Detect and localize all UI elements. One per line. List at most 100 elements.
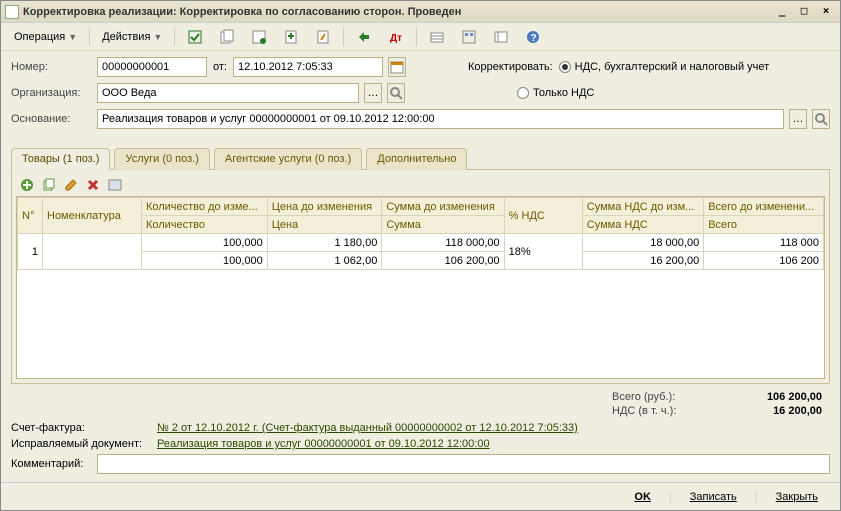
cell-qty-before[interactable]: 100,000 (141, 234, 267, 252)
tab-extra[interactable]: Дополнительно (366, 148, 467, 170)
tb-icon-1[interactable] (180, 26, 210, 48)
maximize-button[interactable]: □ (794, 4, 814, 20)
grid-delete-button[interactable] (84, 176, 102, 194)
org-input[interactable] (97, 83, 359, 103)
actions-menu[interactable]: Действия▼ (95, 26, 169, 48)
from-label: от: (213, 61, 227, 73)
toolbar: Операция▼ Действия▼ Дт ? (1, 23, 840, 51)
col-n[interactable]: N° (18, 198, 43, 234)
tb-icon-3[interactable] (244, 26, 274, 48)
col-total[interactable]: Всего (704, 216, 824, 234)
grid-add-button[interactable] (18, 176, 36, 194)
base-input[interactable] (97, 109, 784, 129)
tb-icon-5[interactable] (308, 26, 338, 48)
cell-price[interactable]: 1 062,00 (267, 252, 382, 270)
svg-text:?: ? (531, 33, 537, 44)
cell-vat-pct[interactable]: 18% (504, 234, 582, 270)
svg-text:Дт: Дт (390, 33, 402, 44)
col-total-before[interactable]: Всего до изменени... (704, 198, 824, 216)
cell-price-before[interactable]: 1 180,00 (267, 234, 382, 252)
col-sum[interactable]: Сумма (382, 216, 504, 234)
cell-qty[interactable]: 100,000 (141, 252, 267, 270)
sf-link[interactable]: № 2 от 12.10.2012 г. (Счет-фактура выдан… (157, 422, 578, 434)
tabs: Товары (1 поз.) Услуги (0 поз.) Агентски… (11, 147, 830, 169)
ok-button[interactable]: OK (622, 488, 663, 506)
date-picker-button[interactable] (388, 57, 406, 77)
tb-icon-9[interactable] (454, 26, 484, 48)
date-input[interactable] (233, 57, 383, 77)
col-price-before[interactable]: Цена до изменения (267, 198, 382, 216)
tab-services[interactable]: Услуги (0 поз.) (114, 148, 209, 170)
corr-label: Исправляемый документ: (11, 438, 151, 450)
radio-full-label: НДС, бухгалтерский и налоговый учет (575, 61, 770, 73)
tb-icon-8[interactable] (422, 26, 452, 48)
org-label: Организация: (11, 87, 91, 99)
tb-icon-4[interactable] (276, 26, 306, 48)
grid-extra-button[interactable] (106, 176, 124, 194)
actions-label: Действия (102, 31, 150, 43)
col-vat-pct[interactable]: % НДС (504, 198, 582, 234)
titlebar: Корректировка реализации: Корректировка … (1, 1, 840, 23)
table-row[interactable]: 1 брюки женские 100,000 1 180,00 118 000… (18, 234, 824, 252)
comment-label: Комментарий: (11, 458, 91, 470)
org-select-button[interactable]: … (364, 83, 382, 103)
corr-link[interactable]: Реализация товаров и услуг 00000000001 о… (157, 438, 490, 450)
grid-toolbar (16, 174, 825, 196)
col-vatsum[interactable]: Сумма НДС (582, 216, 703, 234)
comment-input[interactable] (97, 454, 830, 474)
minimize-button[interactable]: _ (772, 4, 792, 20)
cell-sum[interactable]: 106 200,00 (382, 252, 504, 270)
radio-dot-icon (559, 61, 571, 73)
cell-sum-before[interactable]: 118 000,00 (382, 234, 504, 252)
col-vatsum-before[interactable]: Сумма НДС до изм... (582, 198, 703, 216)
col-price[interactable]: Цена (267, 216, 382, 234)
base-select-button[interactable]: … (789, 109, 807, 129)
tb-icon-7[interactable]: Дт (381, 26, 411, 48)
number-label: Номер: (11, 61, 91, 73)
radio-full[interactable]: НДС, бухгалтерский и налоговый учет (559, 61, 770, 73)
vat-label: НДС (в т. ч.): (612, 405, 692, 417)
app-icon (5, 5, 19, 19)
tb-help-icon[interactable]: ? (518, 26, 548, 48)
save-button[interactable]: Записать (678, 488, 749, 506)
footer: OK | Записать | Закрыть (1, 482, 840, 510)
total-value: 106 200,00 (722, 391, 822, 403)
totals: Всего (руб.): 106 200,00 НДС (в т. ч.): … (11, 390, 830, 418)
cell-vatsum-before[interactable]: 18 000,00 (582, 234, 703, 252)
grid-copy-button[interactable] (40, 176, 58, 194)
correct-label: Корректировать: (468, 61, 553, 73)
close-footer-button[interactable]: Закрыть (764, 488, 830, 506)
cell-n[interactable]: 1 (18, 234, 43, 270)
tab-goods[interactable]: Товары (1 поз.) (11, 148, 110, 170)
radio-vat-only[interactable]: Только НДС (517, 87, 594, 99)
grid[interactable]: N° Номенклатура Количество до изме... Це… (16, 196, 825, 379)
tab-panel: N° Номенклатура Количество до изме... Це… (11, 169, 830, 384)
cell-total[interactable]: 106 200 (704, 252, 824, 270)
tab-agent[interactable]: Агентские услуги (0 поз.) (214, 148, 362, 170)
content: Номер: от: Корректировать: НДС, бухгалте… (1, 51, 840, 482)
col-sum-before[interactable]: Сумма до изменения (382, 198, 504, 216)
tb-icon-6[interactable] (349, 26, 379, 48)
radio-dot-icon (517, 87, 529, 99)
close-button[interactable]: × (816, 4, 836, 20)
tb-icon-10[interactable] (486, 26, 516, 48)
cell-vatsum[interactable]: 16 200,00 (582, 252, 703, 270)
bottom-fields: Счет-фактура: № 2 от 12.10.2012 г. (Счет… (11, 422, 830, 478)
col-qty[interactable]: Количество (141, 216, 267, 234)
base-label: Основание: (11, 113, 91, 125)
grid-edit-button[interactable] (62, 176, 80, 194)
window: Корректировка реализации: Корректировка … (0, 0, 841, 511)
base-lookup-button[interactable] (812, 109, 830, 129)
radio-vat-label: Только НДС (533, 87, 594, 99)
grid-table: N° Номенклатура Количество до изме... Це… (17, 197, 824, 270)
tb-icon-2[interactable] (212, 26, 242, 48)
sf-label: Счет-фактура: (11, 422, 151, 434)
col-qty-before[interactable]: Количество до изме... (141, 198, 267, 216)
operation-menu[interactable]: Операция▼ (7, 26, 84, 48)
cell-total-before[interactable]: 118 000 (704, 234, 824, 252)
col-nomen[interactable]: Номенклатура (43, 198, 142, 234)
cell-nomen[interactable]: брюки женские (43, 234, 142, 270)
window-title: Корректировка реализации: Корректировка … (23, 6, 770, 18)
number-input[interactable] (97, 57, 207, 77)
org-lookup-button[interactable] (387, 83, 405, 103)
